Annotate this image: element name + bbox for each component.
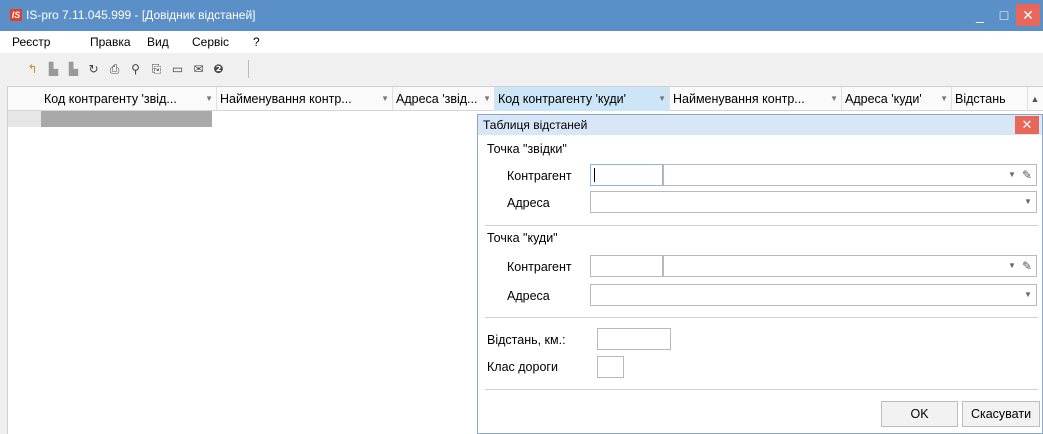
divider (485, 225, 1038, 226)
scroll-up-icon[interactable]: ▲ (1028, 89, 1042, 109)
find-icon[interactable]: ⚲ (129, 62, 142, 76)
from-counterparty-name-select[interactable]: ▼ ✎ (663, 164, 1037, 186)
column-header-from-code[interactable]: Код контрагенту 'звід... ▼ (41, 87, 217, 111)
from-address-select[interactable]: ▼ (590, 191, 1037, 213)
copy-icon[interactable]: ▙ (47, 62, 60, 76)
to-section-title: Точка "куди" (487, 231, 558, 245)
chevron-down-icon[interactable]: ▼ (1008, 165, 1016, 185)
chevron-down-icon[interactable]: ▼ (1024, 285, 1032, 305)
dialog-close-button[interactable]: ✕ (1015, 116, 1039, 134)
distance-table-dialog: Таблиця відстаней ✕ Точка "звідки" Контр… (477, 114, 1043, 434)
refresh-icon[interactable]: ↻ (87, 62, 100, 76)
to-counterparty-code-input[interactable] (590, 255, 663, 277)
grid-header: Код контрагенту 'звід... ▼ Найменування … (8, 87, 1043, 111)
menu-bar: Реєстр Правка Вид Сервіс ? (0, 31, 1043, 53)
edit-pencil-icon[interactable]: ✎ (1022, 256, 1032, 276)
column-header-label: Код контрагенту 'звід... (44, 92, 177, 106)
maximize-button[interactable]: □ (992, 4, 1016, 26)
window-title: IS-pro 7.11.045.999 - [Довідник відстане… (26, 8, 256, 22)
mail-icon[interactable]: ✉ (192, 62, 205, 76)
menu-item-view[interactable]: Вид (147, 35, 169, 49)
distance-label: Відстань, км.: (487, 333, 566, 347)
minimize-button[interactable]: _ (968, 4, 992, 26)
paste-icon[interactable]: ▙ (67, 62, 80, 76)
document-icon[interactable]: ▭ (171, 62, 184, 76)
column-header-to-code[interactable]: Код контрагенту 'куди' ▼ (495, 87, 670, 111)
column-header-label: Адреса 'куди' (845, 92, 922, 106)
sort-arrow-icon[interactable]: ▼ (381, 87, 389, 111)
toolbar-separator (248, 60, 249, 78)
row-indicator (8, 111, 41, 127)
sort-arrow-icon[interactable]: ▼ (205, 87, 213, 111)
column-header-from-address[interactable]: Адреса 'звід... ▼ (393, 87, 495, 111)
chevron-down-icon[interactable]: ▼ (1008, 256, 1016, 276)
menu-item-help[interactable]: ? (253, 35, 260, 49)
divider (485, 317, 1038, 318)
sort-arrow-icon[interactable]: ▼ (483, 87, 491, 111)
column-header-label: Адреса 'звід... (396, 92, 478, 106)
column-header-from-name[interactable]: Найменування контр... ▼ (217, 87, 393, 111)
column-header-label: Найменування контр... (220, 92, 352, 106)
to-counterparty-label: Контрагент (507, 260, 572, 274)
road-class-input[interactable] (597, 356, 624, 378)
column-header-label: Найменування контр... (673, 92, 805, 106)
help-icon[interactable]: ❷ (212, 62, 225, 76)
chevron-down-icon[interactable]: ▼ (1024, 192, 1032, 212)
divider (485, 389, 1038, 390)
column-header-to-address[interactable]: Адреса 'куди' ▼ (842, 87, 952, 111)
column-header-label: Код контрагенту 'куди' (498, 92, 627, 106)
column-header-label: Відстань (955, 92, 1006, 106)
to-counterparty-name-select[interactable]: ▼ ✎ (663, 255, 1037, 277)
sort-arrow-icon[interactable]: ▼ (940, 87, 948, 111)
column-header-distance[interactable]: Відстань (952, 87, 1028, 111)
filter-icon[interactable]: ⎘ (150, 62, 163, 76)
app-window: IS IS-pro 7.11.045.999 - [Довідник відст… (0, 0, 1043, 434)
dialog-title-bar[interactable]: Таблиця відстаней ✕ (478, 115, 1042, 135)
from-counterparty-code-input[interactable] (590, 164, 663, 186)
to-address-select[interactable]: ▼ (590, 284, 1037, 306)
column-header-to-name[interactable]: Найменування контр... ▼ (670, 87, 842, 111)
text-caret (594, 168, 595, 182)
dialog-title: Таблиця відстаней (483, 118, 588, 132)
selected-row[interactable] (41, 111, 212, 127)
app-logo-icon: IS (10, 9, 22, 21)
menu-item-edit[interactable]: Правка (90, 35, 131, 49)
edit-pencil-icon[interactable]: ✎ (1022, 165, 1032, 185)
sort-arrow-icon[interactable]: ▼ (830, 87, 838, 111)
menu-item-service[interactable]: Сервіс (192, 35, 229, 49)
sort-arrow-icon[interactable]: ▼ (658, 87, 666, 111)
title-bar[interactable]: IS IS-pro 7.11.045.999 - [Довідник відст… (0, 0, 1043, 31)
cancel-button[interactable]: Скасувати (962, 401, 1040, 427)
distance-input[interactable] (597, 328, 671, 350)
new-icon[interactable]: ↰ (26, 62, 39, 76)
menu-item-registry[interactable]: Реєстр (12, 35, 50, 49)
from-section-title: Точка "звідки" (487, 142, 567, 156)
from-counterparty-label: Контрагент (507, 169, 572, 183)
from-address-label: Адреса (507, 196, 550, 210)
ok-button[interactable]: OK (881, 401, 958, 427)
to-address-label: Адреса (507, 289, 550, 303)
toolbar: ↰ ▙ ▙ ↻ ⎙ ⚲ ⎘ ▭ ✉ ❷ (0, 54, 1043, 84)
road-class-label: Клас дороги (487, 360, 558, 374)
print-icon[interactable]: ⎙ (108, 62, 121, 76)
close-button[interactable]: ✕ (1016, 4, 1040, 26)
